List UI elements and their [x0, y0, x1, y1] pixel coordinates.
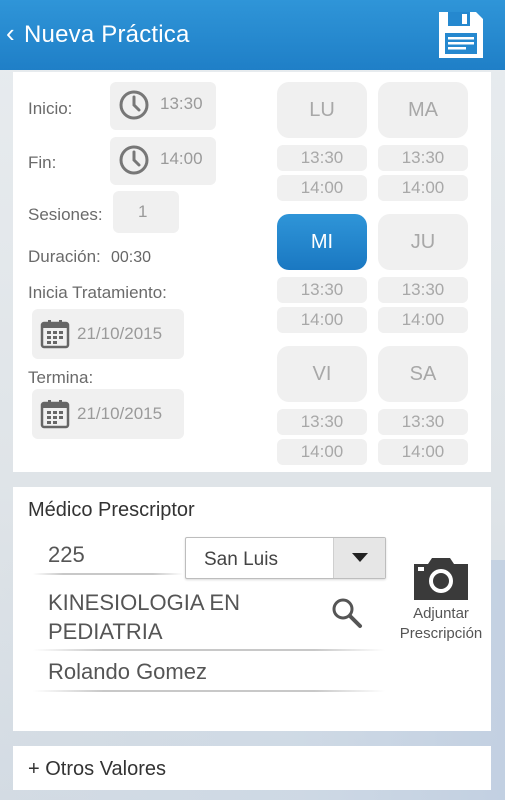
day-button-ma[interactable]: MA: [378, 82, 468, 138]
end-time-label: Fin:: [28, 153, 57, 172]
day-button-ju[interactable]: JU: [378, 214, 468, 270]
sessions-input[interactable]: 1: [113, 191, 179, 233]
specialty-field-line2[interactable]: PEDIATRIA: [48, 617, 163, 647]
start-time-value: 13:30: [160, 94, 203, 113]
license-underline: [33, 573, 183, 575]
calendar-icon: [40, 320, 70, 349]
end-treatment-label: Termina:: [28, 368, 94, 387]
attach-label-line2: Prescripción: [399, 625, 483, 642]
end-time-picker[interactable]: 14:00: [110, 137, 216, 185]
start-time-label: Inicio:: [28, 99, 73, 118]
day-button-sa[interactable]: SA: [378, 346, 468, 402]
day-button-mi[interactable]: MI: [277, 214, 367, 270]
chevron-left-icon[interactable]: ‹: [6, 20, 15, 46]
day-button-lu[interactable]: LU: [277, 82, 367, 138]
sessions-label: Sesiones:: [28, 205, 103, 224]
attach-label-line1: Adjuntar: [413, 605, 469, 622]
app-header: ‹ Nueva Práctica: [0, 0, 505, 70]
province-select[interactable]: San Luis: [185, 537, 386, 579]
start-treatment-date: 21/10/2015: [77, 324, 163, 343]
camera-icon: [414, 558, 468, 600]
day-lu-from[interactable]: 13:30: [277, 145, 367, 171]
end-time-value: 14:00: [160, 149, 203, 168]
end-treatment-date: 21/10/2015: [77, 404, 163, 423]
day-mi-to[interactable]: 14:00: [277, 307, 367, 333]
duration-label: Duración:: [28, 247, 101, 266]
start-time-picker[interactable]: 13:30: [110, 82, 216, 130]
section-title: Médico Prescriptor: [28, 499, 195, 521]
day-mi-from[interactable]: 13:30: [277, 277, 367, 303]
start-treatment-label: Inicia Tratamiento:: [28, 283, 167, 302]
day-lu-to[interactable]: 14:00: [277, 175, 367, 201]
page-title: Nueva Práctica: [24, 21, 190, 48]
dropdown-button[interactable]: [333, 538, 385, 578]
schedule-card: Inicio: 13:30 Fin: 14:00 Sesiones: 1 Dur…: [13, 72, 491, 472]
specialty-underline: [33, 649, 385, 651]
day-ju-from[interactable]: 13:30: [378, 277, 468, 303]
day-ma-to[interactable]: 14:00: [378, 175, 468, 201]
day-sa-from[interactable]: 13:30: [378, 409, 468, 435]
search-icon[interactable]: [331, 597, 363, 629]
other-values-row[interactable]: + Otros Valores: [13, 746, 491, 790]
day-ju-to[interactable]: 14:00: [378, 307, 468, 333]
clock-icon: [119, 90, 149, 120]
calendar-icon: [40, 400, 70, 429]
day-vi-to[interactable]: 14:00: [277, 439, 367, 465]
doctor-underline: [33, 690, 385, 692]
specialty-field-line1[interactable]: KINESIOLOGIA EN: [48, 588, 240, 618]
license-number-field[interactable]: 225: [48, 542, 85, 568]
end-treatment-date-picker[interactable]: 21/10/2015: [32, 389, 184, 439]
day-button-vi[interactable]: VI: [277, 346, 367, 402]
attach-prescription-button[interactable]: Adjuntar Prescripción: [391, 554, 491, 644]
prescriber-card: Médico Prescriptor 225 San Luis KINESIOL…: [13, 487, 491, 731]
start-treatment-date-picker[interactable]: 21/10/2015: [32, 309, 184, 359]
other-values-label: + Otros Valores: [28, 758, 167, 780]
duration-value: 00:30: [111, 249, 152, 266]
chevron-down-icon: [352, 553, 368, 562]
day-sa-to[interactable]: 14:00: [378, 439, 468, 465]
doctor-name-field[interactable]: Rolando Gomez: [48, 659, 207, 685]
day-vi-from[interactable]: 13:30: [277, 409, 367, 435]
day-ma-from[interactable]: 13:30: [378, 145, 468, 171]
sessions-value: 1: [138, 202, 148, 221]
floppy-disk-icon[interactable]: [436, 9, 486, 61]
clock-icon: [119, 145, 149, 175]
province-selected: San Luis: [204, 549, 278, 570]
